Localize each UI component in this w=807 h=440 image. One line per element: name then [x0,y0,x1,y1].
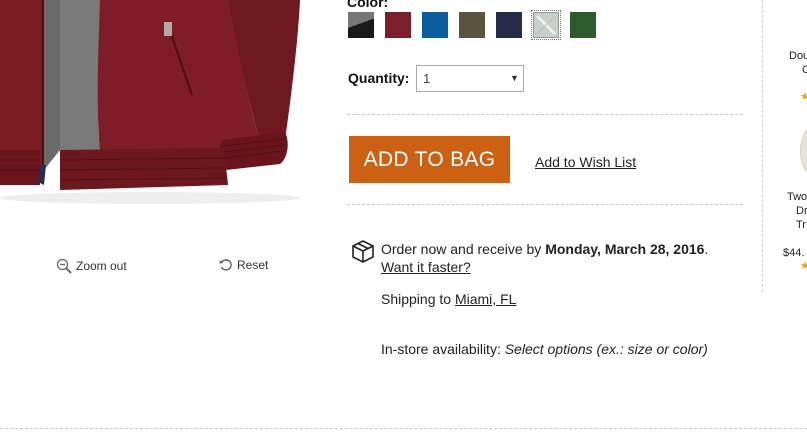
rec-price: $44. [783,247,805,259]
shipping-location-link[interactable]: Miami, FL [455,291,516,307]
reset-icon [219,259,232,271]
product-image[interactable] [0,0,330,215]
zoom-out-label: Zoom out [76,259,127,273]
divider [347,114,743,115]
rec-title-5[interactable]: Tr [796,219,806,231]
delivery-suffix: . [704,241,709,257]
rec-title-1[interactable]: Dou [789,50,807,62]
reset-label: Reset [237,258,269,272]
recommended-product-image[interactable] [800,128,807,174]
package-icon [352,240,374,263]
add-to-bag-button[interactable]: ADD TO BAG [349,136,510,183]
color-swatch-blue[interactable] [422,12,448,38]
reset-button[interactable]: Reset [219,258,268,272]
color-swatch-black-gray[interactable] [348,12,374,38]
delivery-date: Monday, March 28, 2016 [545,241,705,257]
instore-label: In-store availability: [381,341,505,357]
color-swatch-burgundy[interactable] [385,12,411,38]
zoom-out-button[interactable]: Zoom out [56,258,127,274]
jacket-image [0,0,300,204]
shipping-info: Shipping to Miami, FL [381,291,516,307]
quantity-label: Quantity: [348,70,410,86]
color-label: Color: [347,0,389,10]
rating-star-icon: ★ [800,91,807,103]
rating-star-icon: ★ [800,260,807,272]
color-swatch-navy[interactable] [496,12,522,38]
zoom-out-icon [56,258,72,274]
color-swatch-olive-brown[interactable] [459,12,485,38]
in-store-availability: In-store availability: Select options (e… [381,341,708,357]
add-to-wish-list-link[interactable]: Add to Wish List [535,154,636,170]
right-rail-divider [762,0,763,292]
color-swatch-green[interactable] [570,12,596,38]
quantity-select[interactable]: 1 [416,65,524,92]
delivery-prefix: Order now and receive by [381,241,546,257]
delivery-estimate: Order now and receive by Monday, March 2… [381,241,761,257]
color-swatch-light-gray[interactable] [531,10,561,40]
divider [347,204,743,205]
swatch-pattern [535,14,557,36]
rec-title-2[interactable]: C [802,64,807,76]
bottom-divider [0,428,807,429]
shipping-prefix: Shipping to [381,291,455,307]
want-it-faster-link[interactable]: Want it faster? [381,259,471,275]
rec-title-4[interactable]: Dr [796,205,807,217]
rec-title-3[interactable]: Two [787,191,807,203]
instore-value: Select options (ex.: size or color) [504,341,708,357]
